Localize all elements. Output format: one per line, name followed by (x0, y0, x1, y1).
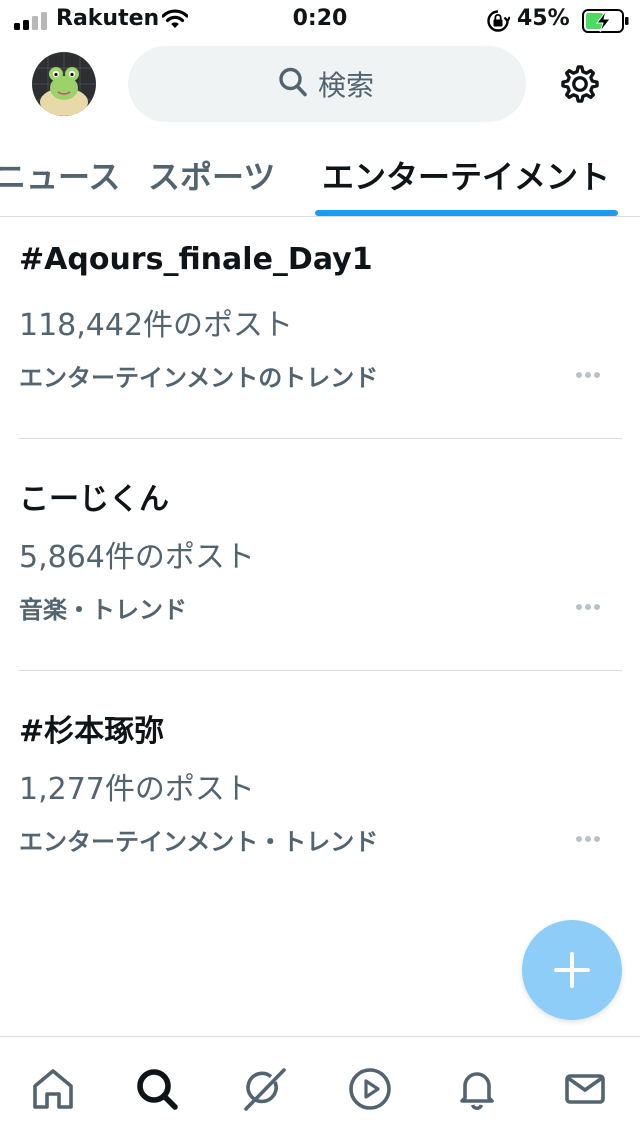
trend-name: #杉本琢弥 (19, 714, 165, 749)
grok-icon (244, 1068, 286, 1111)
trend-context: エンターテインメント・トレンド (19, 828, 379, 856)
trend-post-count: 5,864件のポスト (19, 540, 255, 575)
home-icon (33, 1069, 73, 1109)
video-icon (349, 1068, 391, 1110)
trend-item[interactable]: こーじくん 5,864件のポスト 音楽・トレンド (0, 452, 640, 684)
settings-button[interactable] (558, 62, 602, 106)
tab-entertainment[interactable]: エンターテイメント (322, 152, 610, 198)
avatar[interactable] (32, 52, 96, 116)
nav-notifications[interactable] (453, 1065, 501, 1113)
nav-messages[interactable] (561, 1065, 609, 1113)
trend-item[interactable]: #杉本琢弥 1,277件のポスト エンターテインメント・トレンド (0, 684, 640, 916)
trend-context: エンターテインメントのトレンド (19, 364, 379, 392)
nav-home[interactable] (29, 1065, 77, 1113)
search-bar[interactable]: 検索 (128, 46, 526, 122)
active-tab-indicator (315, 210, 618, 216)
nav-grok[interactable] (240, 1065, 288, 1113)
trend-post-count: 1,277件のポスト (19, 772, 255, 807)
search-icon (279, 67, 307, 97)
tab-sports[interactable]: スポーツ (148, 152, 275, 198)
battery-percent: 45% (517, 6, 570, 31)
orientation-lock-icon (487, 10, 510, 32)
trend-post-count: 118,442件のポスト (19, 308, 294, 343)
search-icon (137, 1069, 178, 1110)
more-options-icon[interactable] (566, 366, 610, 386)
search-placeholder: 検索 (318, 69, 375, 102)
trend-name: #Aqours_finale_Day1 (19, 242, 373, 277)
divider (19, 670, 622, 671)
status-bar: Rakuten 0:20 45% (0, 0, 640, 40)
divider (19, 438, 622, 439)
mail-icon (565, 1074, 605, 1104)
more-options-icon[interactable] (566, 598, 610, 618)
more-options-icon[interactable] (566, 830, 610, 850)
nav-video[interactable] (346, 1065, 394, 1113)
tab-news[interactable]: ニュース (0, 152, 120, 198)
explore-tabs: ニュース スポーツ エンターテイメント (0, 136, 640, 217)
plus-icon (554, 952, 590, 988)
trend-item[interactable]: #Aqours_finale_Day1 118,442件のポスト エンターテイン… (0, 220, 640, 452)
bell-icon (460, 1072, 494, 1110)
battery-charging-icon (582, 9, 629, 33)
frog-avatar-image (32, 52, 96, 116)
trend-context: 音楽・トレンド (19, 596, 187, 624)
gear-icon (561, 65, 599, 103)
nav-search[interactable] (133, 1065, 181, 1113)
bottom-nav (0, 1036, 640, 1137)
trend-name: こーじくん (19, 482, 169, 517)
compose-fab-button[interactable] (522, 920, 622, 1020)
